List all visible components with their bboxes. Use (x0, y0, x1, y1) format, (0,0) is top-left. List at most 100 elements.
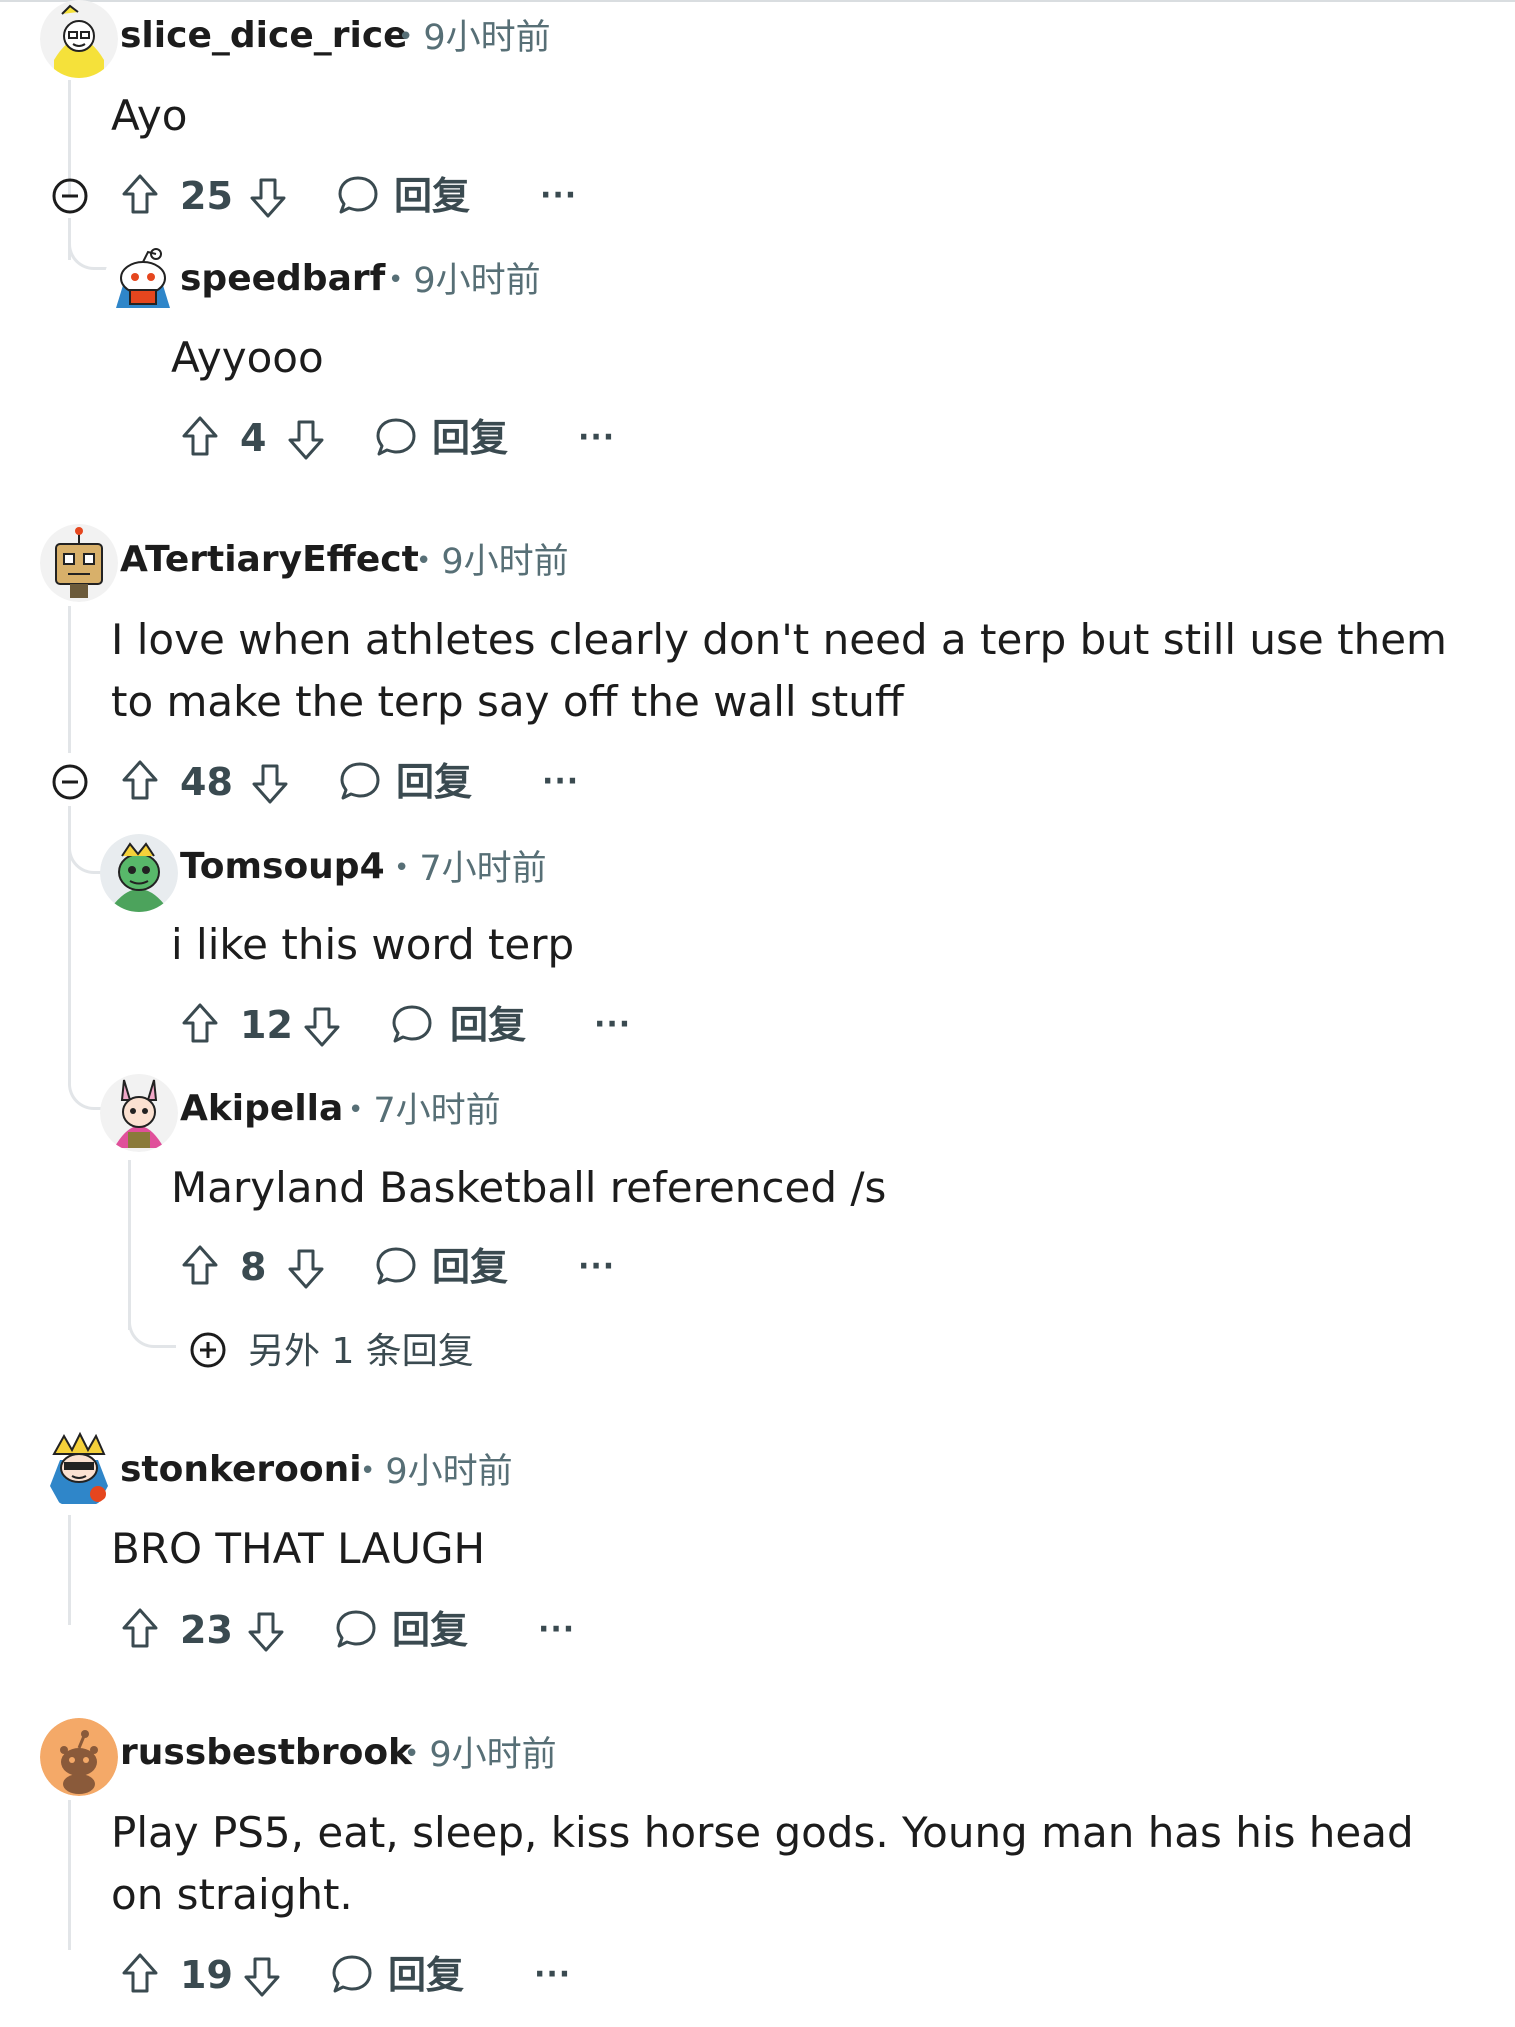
reply-button[interactable]: 回复 (388, 1953, 464, 1997)
reply-username[interactable]: speedbarf (180, 257, 385, 301)
separator-dot: • (398, 22, 414, 52)
downvote-icon[interactable] (284, 408, 328, 468)
comment-body: BRO THAT LAUGH (111, 1524, 486, 1573)
reply-timestamp: • 7小时前 (394, 846, 547, 891)
separator-dot: • (360, 1456, 376, 1486)
reply-button[interactable]: 回复 (392, 1608, 468, 1652)
avatar-image (40, 1718, 118, 1796)
avatar-image (100, 834, 178, 912)
reply-button[interactable]: 回复 (450, 1003, 526, 1047)
avatar[interactable] (104, 242, 182, 320)
comment-username[interactable]: stonkerooni (120, 1448, 362, 1492)
more-options-button[interactable]: ··· (542, 760, 579, 804)
vote-score: 4 (240, 416, 267, 460)
more-options-button[interactable]: ··· (540, 174, 577, 218)
reply-button[interactable]: 回复 (396, 760, 472, 804)
avatar-image (40, 0, 118, 78)
thread-line[interactable] (68, 606, 71, 753)
reply-actions: 12 回复 ··· (178, 995, 638, 1055)
collapse-icon[interactable] (50, 166, 90, 226)
avatar[interactable] (40, 524, 118, 602)
timestamp-text: 9小时前 (413, 261, 541, 301)
upvote-icon[interactable] (178, 1237, 222, 1297)
avatar-image (104, 242, 182, 320)
reply-bubble-icon[interactable] (338, 752, 382, 812)
comment-username[interactable]: slice_dice_rice (120, 14, 408, 58)
more-options-button[interactable]: ··· (578, 1245, 615, 1289)
upvote-icon[interactable] (178, 408, 222, 468)
upvote-icon[interactable] (118, 166, 162, 226)
thread-branch (68, 230, 112, 270)
thread-line[interactable] (68, 1800, 71, 1950)
reply-timestamp: • 9小时前 (388, 258, 541, 303)
reply-bubble-icon[interactable] (390, 995, 434, 1055)
downvote-icon[interactable] (246, 166, 290, 226)
timestamp-text: 9小时前 (429, 1735, 557, 1775)
timestamp-text: 7小时前 (373, 1091, 501, 1131)
reply-bubble-icon[interactable] (336, 166, 380, 226)
reply-bubble-icon[interactable] (374, 408, 418, 468)
comment-actions: 48 回复 ··· (50, 752, 590, 812)
downvote-icon[interactable] (244, 1600, 288, 1660)
vote-score: 48 (180, 760, 233, 804)
avatar[interactable] (100, 1074, 178, 1152)
expand-icon[interactable] (188, 1320, 228, 1380)
upvote-icon[interactable] (178, 995, 222, 1055)
comment-thread: slice_dice_rice • 9小时前 Ayo 25 回复 ··· spe… (0, 0, 1515, 2027)
timestamp-text: 7小时前 (419, 849, 547, 889)
separator-dot: • (404, 1739, 420, 1769)
vote-score: 25 (180, 174, 233, 218)
more-options-button[interactable]: ··· (538, 1608, 575, 1652)
downvote-icon[interactable] (248, 752, 292, 812)
thread-line[interactable] (128, 1160, 131, 1330)
comment-timestamp: • 9小时前 (404, 1732, 557, 1777)
separator-dot: • (416, 546, 432, 576)
comment-username[interactable]: russbestbrook (120, 1731, 412, 1775)
comment-body: Ayo (111, 91, 188, 140)
comment-username[interactable]: ATertiaryEffect (120, 538, 419, 582)
reply-bubble-icon[interactable] (330, 1945, 374, 2005)
comment-body: I love when athletes clearly don't need … (111, 615, 1447, 726)
avatar-image (40, 1430, 118, 1508)
comment-timestamp: • 9小时前 (360, 1449, 513, 1494)
upvote-icon[interactable] (118, 1945, 162, 2005)
thread-line[interactable] (68, 1515, 71, 1625)
avatar[interactable] (40, 0, 118, 78)
avatar[interactable] (100, 834, 178, 912)
comment-timestamp: • 9小时前 (398, 15, 551, 60)
reply-button[interactable]: 回复 (432, 1245, 508, 1289)
reply-username[interactable]: Akipella (180, 1087, 343, 1131)
more-options-button[interactable]: ··· (534, 1953, 571, 1997)
upvote-icon[interactable] (118, 1600, 162, 1660)
comment-actions: 25 回复 ··· (50, 166, 590, 226)
downvote-icon[interactable] (284, 1237, 328, 1297)
reply-username[interactable]: Tomsoup4 (180, 845, 385, 889)
avatar[interactable] (40, 1430, 118, 1508)
more-options-button[interactable]: ··· (594, 1003, 631, 1047)
avatar-image (100, 1074, 178, 1152)
timestamp-text: 9小时前 (385, 1452, 513, 1492)
downvote-icon[interactable] (300, 995, 344, 1055)
downvote-icon[interactable] (240, 1945, 284, 2005)
vote-score: 19 (180, 1953, 233, 1997)
separator-dot: • (394, 853, 410, 883)
more-replies-label[interactable]: 另外 1 条回复 (248, 1330, 474, 1374)
timestamp-text: 9小时前 (423, 18, 551, 58)
reply-body: Maryland Basketball referenced /s (171, 1163, 887, 1212)
reply-button[interactable]: 回复 (432, 416, 508, 460)
reply-timestamp: • 7小时前 (348, 1088, 501, 1133)
comment-timestamp: • 9小时前 (416, 539, 569, 584)
reply-bubble-icon[interactable] (334, 1600, 378, 1660)
reply-button[interactable]: 回复 (394, 174, 470, 218)
more-replies-button[interactable]: 另外 1 条回复 (188, 1320, 528, 1380)
avatar[interactable] (40, 1718, 118, 1796)
more-options-button[interactable]: ··· (578, 416, 615, 460)
thread-branch (128, 1310, 176, 1348)
upvote-icon[interactable] (118, 752, 162, 812)
collapse-icon[interactable] (50, 752, 90, 812)
timestamp-text: 9小时前 (441, 542, 569, 582)
reply-actions: 8 回复 ··· (178, 1237, 618, 1297)
separator-dot: • (348, 1095, 364, 1125)
reply-bubble-icon[interactable] (374, 1237, 418, 1297)
comment-actions: 23 回复 ··· (118, 1600, 578, 1660)
